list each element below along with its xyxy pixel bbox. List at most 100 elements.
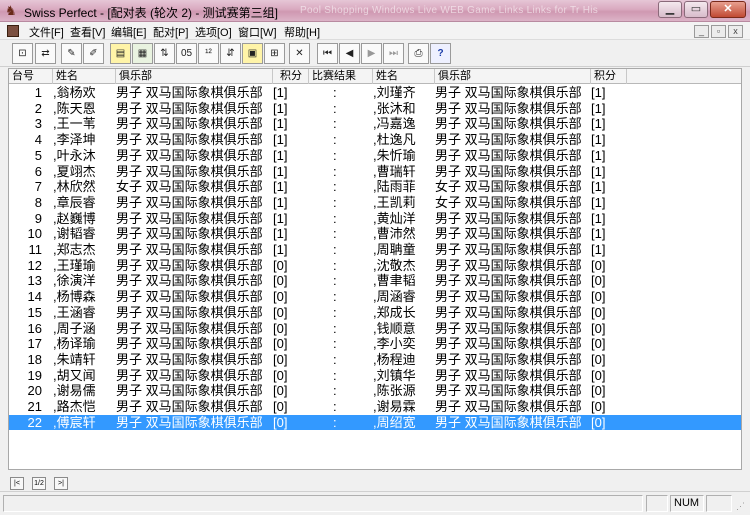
image-icon[interactable]: ▣: [242, 43, 263, 64]
columns-icon[interactable]: ⊞: [264, 43, 285, 64]
swap-icon[interactable]: ⇄: [35, 43, 56, 64]
cell-score-white: [1]: [273, 242, 288, 257]
maximize-button[interactable]: ▭: [684, 1, 708, 18]
first-page-button[interactable]: |<: [10, 477, 24, 490]
cell-name-white: ,胡又闻: [53, 367, 96, 383]
help-icon[interactable]: ?: [430, 43, 451, 64]
cell-board: 10: [27, 226, 42, 242]
cell-club-white: 男子 双马国际象棋俱乐部: [116, 226, 263, 242]
table-row[interactable]: 11 ,郑志杰 男子 双马国际象棋俱乐部 [1]: ,周聃童 男子 双马国际象棋俱乐部 [1…: [9, 242, 741, 258]
header-club-black[interactable]: 俱乐部: [435, 69, 591, 84]
cell-score-black: [1]: [591, 210, 606, 226]
header-score-white[interactable]: 积分: [273, 69, 309, 84]
cell-result[interactable]: :: [333, 85, 337, 100]
cross-icon[interactable]: ✕: [289, 43, 310, 64]
page-indicator-button[interactable]: 1/2: [32, 477, 46, 490]
cell-result[interactable]: :: [333, 195, 337, 210]
header-board[interactable]: 台号: [9, 69, 53, 84]
table-row[interactable]: 20 ,谢易儒 男子 双马国际象棋俱乐部 [0]: ,陈张源 男子 双马国际象棋俱乐部 [0…: [9, 383, 741, 399]
table-row[interactable]: 13 ,徐演洋 男子 双马国际象棋俱乐部 [0]: ,曹聿韬 男子 双马国际象棋俱乐部 [0…: [9, 273, 741, 289]
menu-help[interactable]: 帮助[H]: [284, 24, 320, 40]
cell-result[interactable]: :: [333, 383, 337, 398]
cell-result[interactable]: :: [333, 289, 337, 304]
cell-result[interactable]: :: [333, 148, 337, 163]
cell-name-white: ,陈天恩: [53, 100, 96, 116]
cell-club-black: 男子 双马国际象棋俱乐部: [435, 336, 582, 352]
first-icon[interactable]: ⏮: [317, 43, 338, 64]
cell-result[interactable]: :: [333, 415, 337, 430]
menu-window[interactable]: 窗口[W]: [238, 24, 277, 40]
header-name-black[interactable]: 姓名: [373, 69, 435, 84]
pen-edit-icon[interactable]: ✐: [83, 43, 104, 64]
last-page-button[interactable]: >|: [54, 477, 68, 490]
menu-view[interactable]: 查看[V]: [70, 24, 105, 40]
resize-grip-icon[interactable]: ⋰: [736, 501, 745, 512]
close-button[interactable]: ✕: [710, 1, 746, 18]
cell-result[interactable]: :: [333, 273, 337, 288]
table-row[interactable]: 10 ,谢韬睿 男子 双马国际象棋俱乐部 [1]: ,曹沛然 男子 双马国际象棋俱乐部 [1…: [9, 226, 741, 242]
cell-result[interactable]: :: [333, 321, 337, 336]
table-row[interactable]: 1 ,翁杨欢 男子 双马国际象棋俱乐部 [1]: ,刘瑾齐 男子 双马国际象棋俱乐部 [1]: [9, 85, 741, 101]
next-icon[interactable]: ▶: [361, 43, 382, 64]
table-row[interactable]: 7 ,林欣然 女子 双马国际象棋俱乐部 [1]: ,陆雨菲 女子 双马国际象棋俱乐部 [1]: [9, 179, 741, 195]
cell-result[interactable]: :: [333, 242, 337, 257]
new-pairing-icon[interactable]: ⊡: [12, 43, 33, 64]
header-club-white[interactable]: 俱乐部: [116, 69, 273, 84]
mdi-restore-button[interactable]: ▫: [711, 25, 726, 38]
cell-result[interactable]: :: [333, 211, 337, 226]
table-row[interactable]: 21 ,路杰恺 男子 双马国际象棋俱乐部 [0]: ,谢易霖 男子 双马国际象棋俱乐部 [0…: [9, 399, 741, 415]
header-result[interactable]: 比赛结果: [309, 69, 373, 84]
cell-club-black: 男子 双马国际象棋俱乐部: [435, 163, 582, 179]
table-row[interactable]: 22 ,傅宸轩 男子 双马国际象棋俱乐部 [0]: ,周绍宽 男子 双马国际象棋俱乐部 [0…: [9, 414, 741, 431]
table-row[interactable]: 5 ,叶永沐 男子 双马国际象棋俱乐部 [1]: ,朱忻瑜 男子 双马国际象棋俱乐部 [1]: [9, 148, 741, 164]
table-row[interactable]: 3 ,王一苇 男子 双马国际象棋俱乐部 [1]: ,冯嘉逸 男子 双马国际象棋俱乐部 [1]: [9, 116, 741, 132]
menu-file[interactable]: 文件[F]: [29, 24, 64, 40]
table-row[interactable]: 14 ,杨博森 男子 双马国际象棋俱乐部 [0]: ,周涵睿 男子 双马国际象棋俱乐部 [0…: [9, 289, 741, 305]
flip-icon[interactable]: ⇅: [154, 43, 175, 64]
background-tabs-ghost: Pool Shopping Windows Live WEB Game Link…: [300, 5, 599, 16]
table-row[interactable]: 6 ,夏翊杰 男子 双马国际象棋俱乐部 [1]: ,曹瑞轩 男子 双马国际象棋俱乐部 [1]: [9, 163, 741, 180]
table-icon[interactable]: ▦: [132, 43, 153, 64]
table-row[interactable]: 4 ,李泽坤 男子 双马国际象棋俱乐部 [1]: ,杜逸凡 男子 双马国际象棋俱乐部 [1]: [9, 132, 741, 148]
header-score-black[interactable]: 积分: [591, 69, 627, 84]
cell-result[interactable]: :: [333, 258, 337, 273]
cell-result[interactable]: :: [333, 336, 337, 351]
table-row[interactable]: 18 ,朱靖轩 男子 双马国际象棋俱乐部 [0]: ,杨程迪 男子 双马国际象棋俱乐部 [0…: [9, 352, 741, 368]
cell-result[interactable]: :: [333, 368, 337, 383]
table-row[interactable]: 12 ,王瑾瑜 男子 双马国际象棋俱乐部 [0]: ,沈敬杰 男子 双马国际象棋俱乐部 [0…: [9, 258, 741, 274]
mdi-close-button[interactable]: x: [728, 25, 743, 38]
notebook-icon[interactable]: ▤: [110, 43, 131, 64]
cell-result[interactable]: :: [333, 179, 337, 194]
table-row[interactable]: 9 ,赵巍博 男子 双马国际象棋俱乐部 [1]: ,黄灿洋 男子 双马国际象棋俱乐部 [1]: [9, 210, 741, 227]
table-row[interactable]: 8 ,章辰睿 男子 双马国际象棋俱乐部 [1]: ,王凯莉 女子 双马国际象棋俱乐部 [1]: [9, 195, 741, 211]
cell-result[interactable]: :: [333, 399, 337, 414]
menu-edit[interactable]: 编辑[E]: [111, 24, 146, 40]
cell-result[interactable]: :: [333, 132, 337, 147]
numeric-icon[interactable]: ¹²: [198, 43, 219, 64]
year-2005-icon[interactable]: 05: [176, 43, 197, 64]
cell-result[interactable]: :: [333, 352, 337, 367]
last-icon[interactable]: ⏭: [383, 43, 404, 64]
printer-icon[interactable]: ⎙: [408, 43, 429, 64]
menu-pairing[interactable]: 配对[P]: [153, 24, 188, 40]
document-icon[interactable]: [7, 25, 19, 37]
prev-icon[interactable]: ◀: [339, 43, 360, 64]
cell-result[interactable]: :: [333, 116, 337, 131]
table-row[interactable]: 16 ,周子涵 男子 双马国际象棋俱乐部 [0]: ,钱顺意 男子 双马国际象棋俱乐部 [0…: [9, 320, 741, 337]
cell-club-white: 男子 双马国际象棋俱乐部: [116, 320, 263, 336]
chart-icon[interactable]: ⇵: [220, 43, 241, 64]
cell-result[interactable]: :: [333, 305, 337, 320]
table-row[interactable]: 17 ,杨译瑜 男子 双马国际象棋俱乐部 [0]: ,李小奕 男子 双马国际象棋俱乐部 [0…: [9, 336, 741, 352]
table-row[interactable]: 19 ,胡又闻 男子 双马国际象棋俱乐部 [0]: ,刘镇华 男子 双马国际象棋俱乐部 [0…: [9, 367, 741, 384]
header-name-white[interactable]: 姓名: [53, 69, 116, 84]
menu-options[interactable]: 选项[O]: [195, 24, 232, 40]
cell-result[interactable]: :: [333, 101, 337, 116]
table-row[interactable]: 15 ,王涵睿 男子 双马国际象棋俱乐部 [0]: ,郑成长 男子 双马国际象棋俱乐部 [0…: [9, 305, 741, 321]
cell-result[interactable]: :: [333, 226, 337, 241]
cell-result[interactable]: :: [333, 164, 337, 179]
pen-icon[interactable]: ✎: [61, 43, 82, 64]
table-row[interactable]: 2 ,陈天恩 男子 双马国际象棋俱乐部 [1]: ,张沐和 男子 双马国际象棋俱乐部 [1]: [9, 100, 741, 117]
minimize-button[interactable]: ▁: [658, 1, 682, 18]
cell-club-white: 男子 双马国际象棋俱乐部: [116, 242, 263, 257]
mdi-minimize-button[interactable]: _: [694, 25, 709, 38]
